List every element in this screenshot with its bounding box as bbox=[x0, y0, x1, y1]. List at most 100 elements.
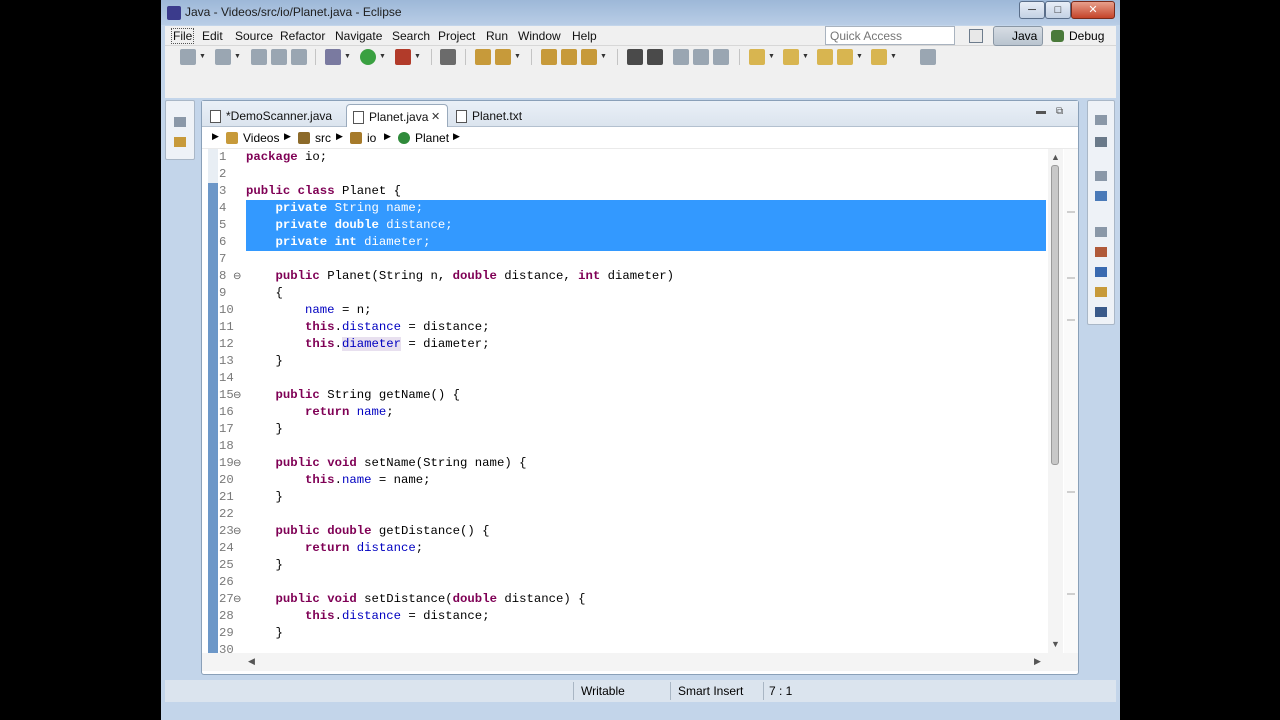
overview-mark[interactable] bbox=[1067, 593, 1075, 595]
back-dropdown-icon[interactable]: ▼ bbox=[856, 53, 863, 60]
overview-mark[interactable] bbox=[1067, 319, 1075, 321]
breadcrumb-item-planet[interactable]: Planet bbox=[415, 131, 449, 145]
new-class-dropdown-icon[interactable]: ▼ bbox=[514, 53, 521, 60]
java-perspective-button[interactable]: Java bbox=[993, 26, 1043, 46]
menu-refactor[interactable]: Refactor bbox=[280, 29, 325, 43]
tab-planet-java[interactable]: Planet.java ✕ bbox=[346, 104, 448, 127]
new-dropdown-icon[interactable]: ▼ bbox=[199, 53, 206, 60]
tab-planet-txt[interactable]: Planet.txt bbox=[450, 104, 540, 127]
code-token: private bbox=[275, 218, 328, 232]
tab-demoscanner[interactable]: *DemoScanner.java bbox=[204, 104, 344, 127]
forward-icon[interactable] bbox=[871, 49, 887, 65]
external-tools-dropdown-icon[interactable]: ▼ bbox=[414, 53, 421, 60]
maximize-editor-icon[interactable]: ⧉ bbox=[1056, 106, 1063, 117]
search-dropdown-icon[interactable] bbox=[581, 49, 597, 65]
outline-icon[interactable] bbox=[1095, 191, 1107, 201]
line-number: 10 bbox=[219, 303, 234, 317]
scroll-down-icon[interactable]: ▼ bbox=[1051, 639, 1060, 649]
debug-perspective-button[interactable]: Debug bbox=[1051, 26, 1111, 46]
menu-navigate[interactable]: Navigate bbox=[335, 29, 382, 43]
horizontal-scrollbar[interactable]: ◀ ▶ bbox=[202, 653, 1078, 671]
new-java-project-icon[interactable] bbox=[475, 49, 491, 65]
debug-dropdown-icon[interactable]: ▼ bbox=[344, 53, 351, 60]
toggle-word-wrap-icon[interactable] bbox=[647, 49, 663, 65]
breadcrumb-arrow-icon[interactable]: ▶ bbox=[336, 131, 343, 142]
debug-icon[interactable] bbox=[325, 49, 341, 65]
breadcrumb-item-src[interactable]: src bbox=[315, 131, 331, 145]
toggle-block-selection-icon[interactable] bbox=[673, 49, 689, 65]
code-editor[interactable]: 1 2 3 4 5 6 7 8 9 10 11 12 13 14 15 16 1… bbox=[202, 149, 1078, 653]
scroll-up-icon[interactable]: ▲ bbox=[1051, 152, 1060, 162]
search-icon[interactable] bbox=[440, 49, 456, 65]
fold-collapse-icon[interactable]: ⊖ bbox=[233, 387, 241, 404]
open-perspective-icon[interactable] bbox=[969, 29, 983, 43]
fold-collapse-icon[interactable]: ⊖ bbox=[233, 455, 241, 472]
fold-collapse-icon[interactable]: ⊖ bbox=[233, 523, 241, 540]
vertical-scroll-thumb[interactable] bbox=[1051, 165, 1059, 465]
previous-annotation-icon[interactable] bbox=[783, 49, 799, 65]
fold-collapse-icon[interactable]: ⊖ bbox=[233, 268, 241, 285]
menu-search[interactable]: Search bbox=[392, 29, 430, 43]
package-explorer-icon[interactable] bbox=[174, 137, 186, 147]
save-icon[interactable] bbox=[251, 49, 267, 65]
toggle-mark-occurrences-icon[interactable] bbox=[627, 49, 643, 65]
run-dropdown-icon[interactable]: ▼ bbox=[379, 53, 386, 60]
menu-source[interactable]: Source bbox=[235, 29, 273, 43]
breadcrumb-arrow-icon[interactable]: ▶ bbox=[212, 131, 219, 142]
scroll-left-icon[interactable]: ◀ bbox=[248, 656, 255, 667]
code-token: ; bbox=[445, 218, 453, 232]
task-list-icon[interactable] bbox=[1095, 137, 1107, 147]
paragraph-marks-icon[interactable] bbox=[713, 49, 729, 65]
maximize-button[interactable]: □ bbox=[1045, 1, 1071, 19]
console-icon[interactable] bbox=[1095, 307, 1107, 317]
open-type-icon[interactable] bbox=[541, 49, 557, 65]
next-annotation-icon[interactable] bbox=[749, 49, 765, 65]
forward-dropdown-icon[interactable]: ▼ bbox=[890, 53, 897, 60]
menu-file[interactable]: File bbox=[171, 28, 195, 44]
save-all-icon[interactable] bbox=[271, 49, 287, 65]
menu-help[interactable]: Help bbox=[572, 29, 597, 43]
back-icon[interactable] bbox=[837, 49, 853, 65]
minimize-editor-icon[interactable]: ▬ bbox=[1036, 106, 1046, 117]
overview-mark[interactable] bbox=[1067, 211, 1075, 213]
close-button[interactable]: ✕ bbox=[1071, 1, 1115, 19]
open-dropdown-icon[interactable]: ▼ bbox=[234, 53, 241, 60]
breadcrumb-arrow-icon[interactable]: ▶ bbox=[384, 131, 391, 142]
code-token: } bbox=[246, 558, 283, 572]
overview-mark[interactable] bbox=[1067, 277, 1075, 279]
open-task-icon[interactable] bbox=[561, 49, 577, 65]
scroll-right-icon[interactable]: ▶ bbox=[1034, 656, 1041, 667]
fold-collapse-icon[interactable]: ⊖ bbox=[233, 591, 241, 608]
menu-window[interactable]: Window bbox=[518, 29, 561, 43]
new-icon[interactable] bbox=[180, 49, 196, 65]
declaration-icon[interactable] bbox=[1095, 287, 1107, 297]
overview-mark[interactable] bbox=[1067, 491, 1075, 493]
quick-access-input[interactable] bbox=[825, 26, 955, 45]
restore-icon[interactable] bbox=[174, 117, 186, 127]
last-edit-location-icon[interactable] bbox=[817, 49, 833, 65]
new-package-icon[interactable] bbox=[495, 49, 511, 65]
javadoc-icon[interactable] bbox=[1095, 267, 1107, 277]
problems-icon[interactable] bbox=[1095, 247, 1107, 257]
previous-annotation-dropdown-icon[interactable]: ▼ bbox=[802, 53, 809, 60]
close-icon[interactable]: ✕ bbox=[431, 110, 440, 123]
restore-icon[interactable] bbox=[1095, 171, 1107, 181]
restore-icon[interactable] bbox=[1095, 115, 1107, 125]
print-icon[interactable] bbox=[291, 49, 307, 65]
run-icon[interactable] bbox=[360, 49, 376, 65]
menu-run[interactable]: Run bbox=[486, 29, 508, 43]
restore-icon[interactable] bbox=[1095, 227, 1107, 237]
breadcrumb-item-videos[interactable]: Videos bbox=[243, 131, 279, 145]
breadcrumb-arrow-icon[interactable]: ▶ bbox=[284, 131, 291, 142]
external-tools-icon[interactable] bbox=[395, 49, 411, 65]
menu-edit[interactable]: Edit bbox=[202, 29, 223, 43]
search-menu-dropdown-icon[interactable]: ▼ bbox=[600, 53, 607, 60]
breadcrumb-arrow-icon[interactable]: ▶ bbox=[453, 131, 460, 142]
next-annotation-dropdown-icon[interactable]: ▼ bbox=[768, 53, 775, 60]
minimize-button[interactable]: ─ bbox=[1019, 1, 1045, 19]
menu-project[interactable]: Project bbox=[438, 29, 475, 43]
pin-editor-icon[interactable] bbox=[920, 49, 936, 65]
breadcrumb-item-io[interactable]: io bbox=[367, 131, 376, 145]
show-whitespace-icon[interactable] bbox=[693, 49, 709, 65]
open-icon[interactable] bbox=[215, 49, 231, 65]
